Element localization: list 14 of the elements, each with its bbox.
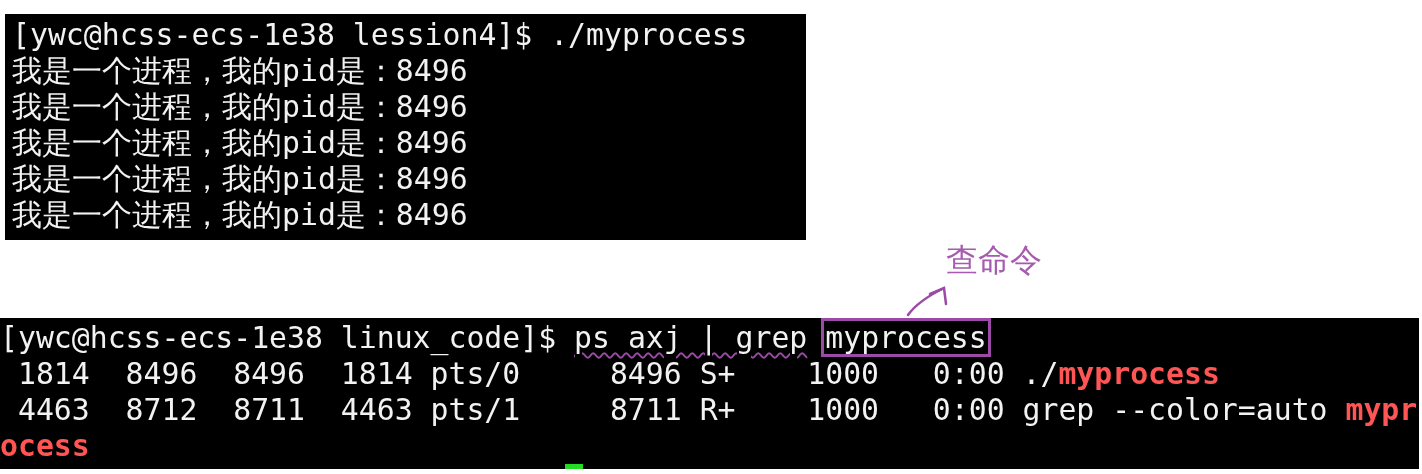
terminal-line: [ywc@hcss-ecs-1e38 lession4]$ ./myprocess xyxy=(12,17,748,53)
terminal-line: 4463 8712 8711 4463 pts/1 8711 R+ 1000 0:00 grep --color=auto mypr xyxy=(16,392,1418,428)
annotation-arrow xyxy=(906,286,948,317)
terminal-text: [ywc@hcss-ecs-1e38 linux_code]$ xyxy=(0,320,558,355)
terminal-line: 我是一个进程，我的pid是：8496 xyxy=(12,197,468,233)
terminal-line: 我是一个进程，我的pid是：8496 xyxy=(12,53,468,89)
terminal-line: 我是一个进程，我的pid是：8496 xyxy=(12,89,468,125)
boxed-text: myprocess xyxy=(823,320,989,355)
underlined-text: ps axj | grep xyxy=(574,320,808,355)
terminal-line: 我是一个进程，我的pid是：8496 xyxy=(12,161,468,197)
terminal-line: 1814 8496 8496 1814 pts/0 8496 S+ 1000 0:00 ./myprocess xyxy=(16,356,1220,392)
annotation-label: 查命令 xyxy=(946,240,1042,280)
terminal-line: 我是一个进程，我的pid是：8496 xyxy=(12,125,468,161)
terminal-line: ocess xyxy=(0,428,90,464)
